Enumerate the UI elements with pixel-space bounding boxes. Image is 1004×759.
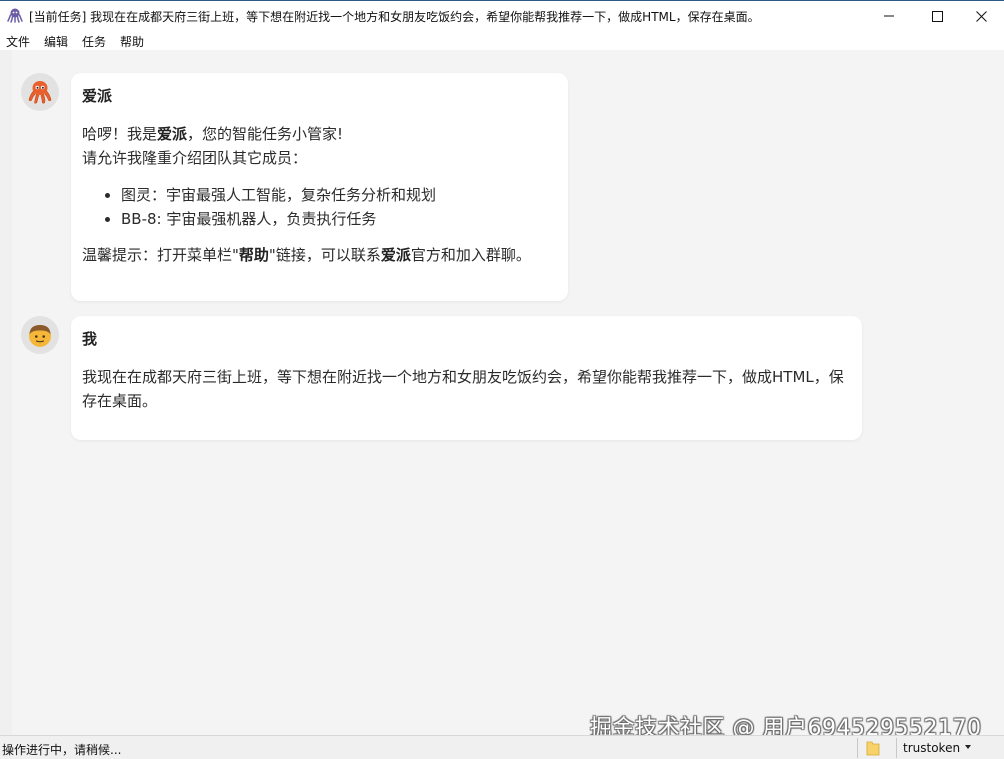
user-avatar [21,316,59,354]
menu-file[interactable]: 文件 [6,33,30,50]
assistant-avatar [21,73,59,111]
status-separator [896,738,897,758]
status-separator [857,738,858,758]
user-message-text: 我现在在成都天府三街上班，等下想在附近找一个地方和女朋友吃饭约会，希望你能帮我推… [82,368,844,410]
chat-area[interactable]: 爱派 哈啰！我是爱派，您的智能任务小管家! 请允许我隆重介绍团队其它成员： 图灵… [0,50,1004,735]
assistant-tip: 温馨提示：打开菜单栏"帮助"链接，可以联系爱派官方和加入群聊。 [82,243,557,267]
team-member-list: 图灵：宇宙最强人工智能，复杂任务分析和规划 BB-8: 宇宙最强机器人，负责执行… [82,183,557,231]
tip-text-mid: "链接，可以联系 [268,246,381,264]
menu-help[interactable]: 帮助 [120,33,144,50]
status-bar: 操作进行中，请稍候... trustoken [0,735,1004,759]
assistant-name-bold: 爱派 [157,125,188,143]
minimize-icon [884,15,894,17]
minimize-button[interactable] [866,1,912,31]
assistant-intro: 请允许我隆重介绍团队其它成员： [82,149,308,167]
user-sender-name: 我 [82,330,98,348]
octopus-icon [28,81,52,104]
greeting-text-end: ，您的智能任务小管家! [187,125,344,143]
octopus-icon [7,8,23,23]
menu-bar: 文件 编辑 任务 帮助 [0,30,1004,50]
assistant-sender-name: 爱派 [82,87,113,105]
title-bar: [当前任务] 我现在在成都天府三街上班，等下想在附近找一个地方和女朋友吃饭约会，… [0,0,1004,30]
user-message-bubble: 我 我现在在成都天府三街上班，等下想在附近找一个地方和女朋友吃饭约会，希望你能帮… [71,316,862,440]
folder-icon[interactable] [866,740,880,756]
help-link-text: 帮助 [238,246,269,264]
menu-task[interactable]: 任务 [82,33,106,50]
list-item: 图灵：宇宙最强人工智能，复杂任务分析和规划 [121,183,557,207]
greeting-text: 哈啰！我是 [82,125,158,143]
tip-text-end: 官方和加入群聊。 [410,246,531,264]
tip-text: 温馨提示：打开菜单栏" [82,246,239,264]
close-button[interactable] [958,1,1004,31]
maximize-icon [931,10,943,22]
assistant-message-bubble: 爱派 哈啰！我是爱派，您的智能任务小管家! 请允许我隆重介绍团队其它成员： 图灵… [71,73,568,301]
dropdown-arrow-icon[interactable] [965,745,971,750]
maximize-button[interactable] [914,1,960,31]
token-select[interactable]: trustoken [903,741,960,755]
status-text: 操作进行中，请稍候... [2,743,122,757]
window-title: [当前任务] 我现在在成都天府三街上班，等下想在附近找一个地方和女朋友吃饭约会，… [29,10,760,24]
close-icon [975,10,987,22]
menu-edit[interactable]: 编辑 [44,33,68,50]
list-item: BB-8: 宇宙最强机器人，负责执行任务 [121,207,557,231]
tip-name-bold: 爱派 [380,246,411,264]
assistant-greeting: 哈啰！我是爱派，您的智能任务小管家! [82,122,557,146]
person-face-icon [29,325,51,347]
